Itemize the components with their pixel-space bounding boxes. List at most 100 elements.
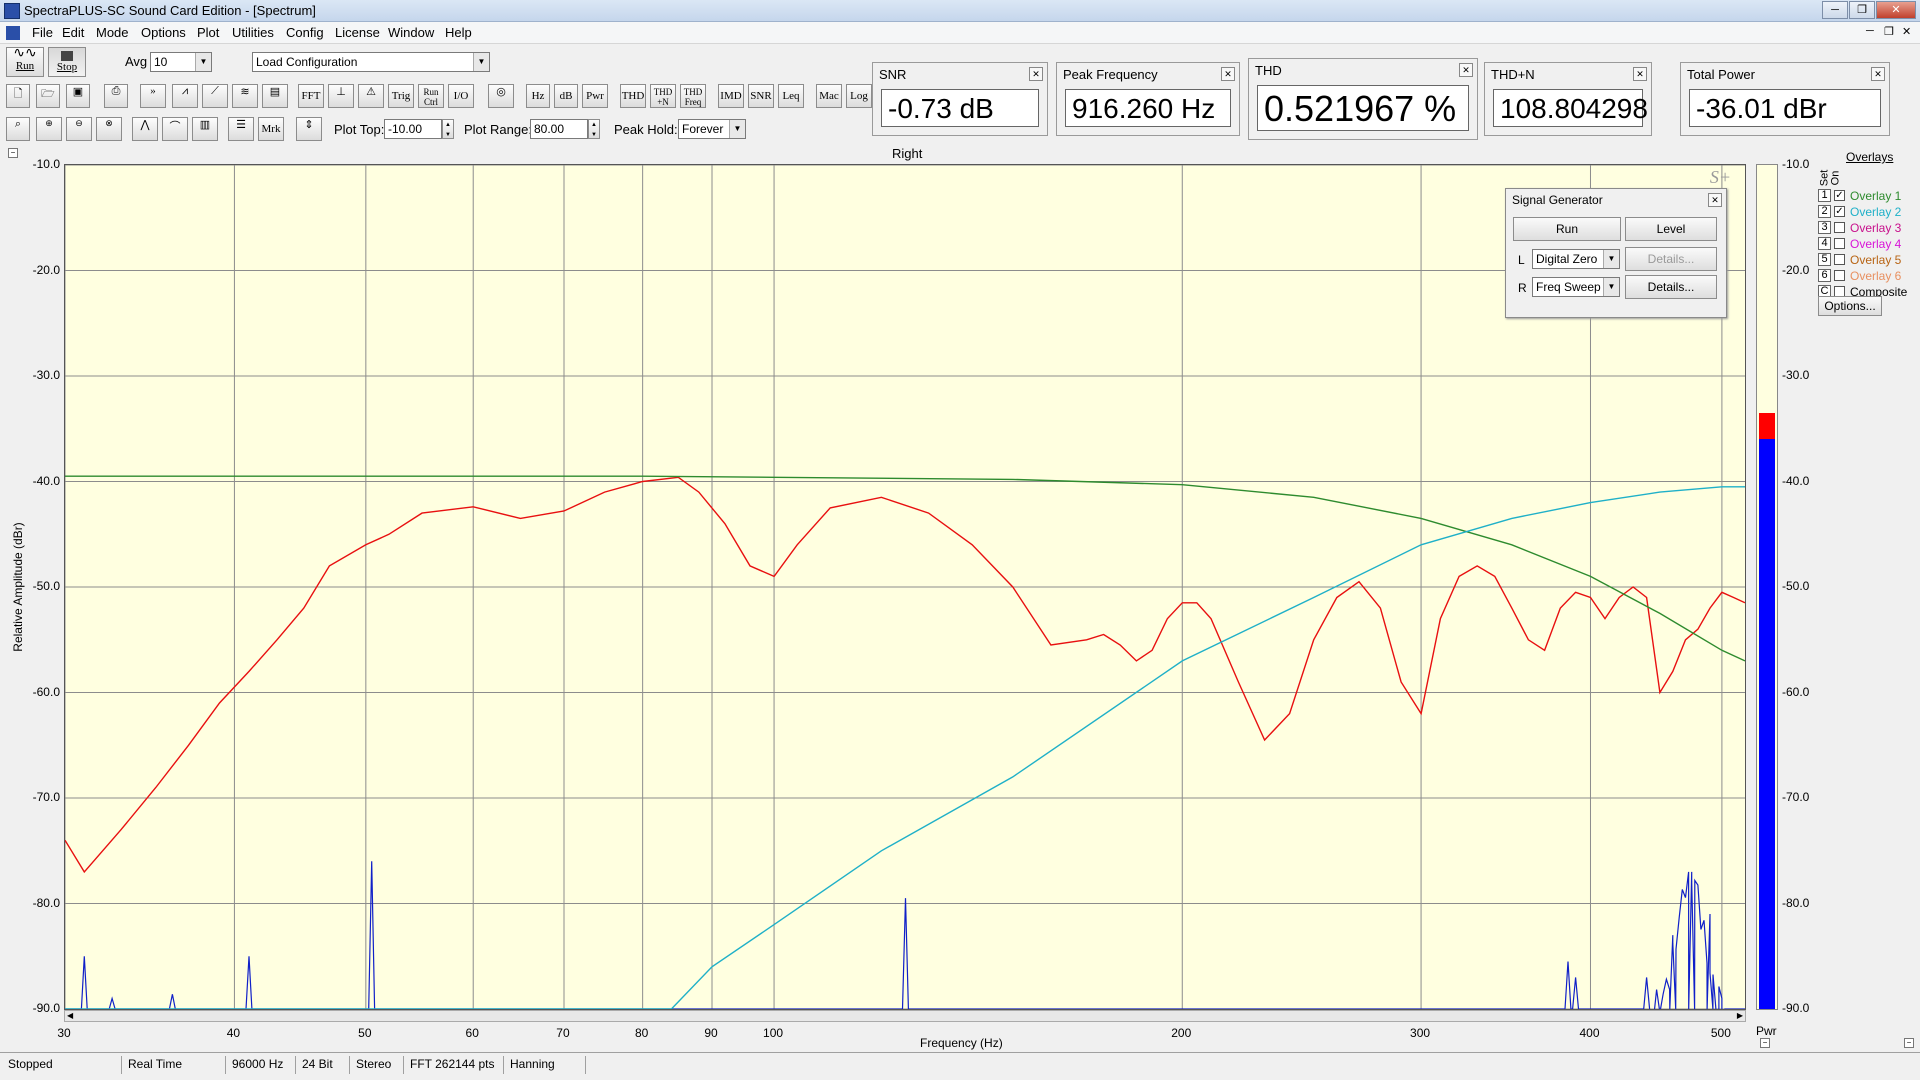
- scroll-right-icon[interactable]: ▶: [1737, 1011, 1743, 1020]
- avg-select[interactable]: 10 ▼: [150, 52, 212, 72]
- cursor-icon[interactable]: ⇕: [296, 117, 322, 141]
- signal-generator-icon[interactable]: ◎: [488, 84, 514, 108]
- run-ctrl-button[interactable]: Run Ctrl: [418, 84, 444, 108]
- y-tick-label: -40.0: [32, 473, 60, 488]
- overlay-checkbox[interactable]: ✓: [1834, 190, 1845, 201]
- close-icon[interactable]: ✕: [1459, 63, 1473, 77]
- close-icon[interactable]: ✕: [1221, 67, 1235, 81]
- menu-options[interactable]: Options: [141, 25, 186, 40]
- hz-button[interactable]: Hz: [526, 84, 550, 108]
- overlay-checkbox[interactable]: [1834, 238, 1845, 249]
- overlay-set-button[interactable]: 2: [1818, 205, 1831, 218]
- zoom-icon[interactable]: ⌕: [6, 117, 30, 141]
- open-folder-icon[interactable]: 🗁: [36, 84, 60, 108]
- ramp-icon[interactable]: ⟋: [202, 84, 228, 108]
- close-icon[interactable]: ✕: [1871, 67, 1885, 81]
- menu-window[interactable]: Window: [388, 25, 434, 40]
- right-channel-select[interactable]: Freq Sweep ▼: [1532, 277, 1620, 297]
- thd-n-meter[interactable]: THD+N ✕ 108.804298: [1484, 62, 1652, 136]
- plot-top-input[interactable]: -10.00: [384, 119, 442, 139]
- db-button[interactable]: dB: [554, 84, 578, 108]
- menu-file[interactable]: File: [32, 25, 53, 40]
- siggen-level-button[interactable]: Level: [1625, 217, 1717, 241]
- mac-button[interactable]: Mac: [816, 84, 842, 108]
- zoom-out-full-icon[interactable]: ⊗: [96, 117, 122, 141]
- peak-hold-select[interactable]: Forever ▼: [678, 119, 746, 139]
- peak-frequency-meter[interactable]: Peak Frequency ✕ 916.260 Hz: [1056, 62, 1240, 136]
- maximize-button[interactable]: ❐: [1849, 1, 1875, 19]
- io-button[interactable]: I/O: [448, 84, 474, 108]
- menu-plot[interactable]: Plot: [197, 25, 219, 40]
- overlay-checkbox[interactable]: [1834, 222, 1845, 233]
- overlay-set-button[interactable]: 1: [1818, 189, 1831, 202]
- spectrogram-icon[interactable]: ▤: [262, 84, 288, 108]
- overlay-set-button[interactable]: 4: [1818, 237, 1831, 250]
- overlay-set-button[interactable]: 6: [1818, 269, 1831, 282]
- mdi-minimize-icon[interactable]: ─: [1866, 25, 1874, 37]
- plot-area[interactable]: S+: [64, 164, 1746, 1010]
- new-file-icon[interactable]: 🗋: [6, 84, 30, 108]
- scale-icon[interactable]: ⊥: [328, 84, 354, 108]
- thd-freq-button[interactable]: THD Freq: [680, 84, 706, 108]
- menu-mode[interactable]: Mode: [96, 25, 129, 40]
- thd-button[interactable]: THD: [620, 84, 646, 108]
- close-icon[interactable]: ✕: [1029, 67, 1043, 81]
- snr-button[interactable]: SNR: [748, 84, 774, 108]
- run-button[interactable]: ∿∿ Run: [6, 47, 44, 77]
- plot-range-input[interactable]: 80.00: [530, 119, 588, 139]
- snr-meter[interactable]: SNR ✕ -0.73 dB: [872, 62, 1048, 136]
- list-icon[interactable]: ☰: [228, 117, 254, 141]
- document-icon[interactable]: [6, 26, 20, 40]
- close-icon[interactable]: ✕: [1633, 67, 1647, 81]
- zoom-in-2x-icon[interactable]: ⊕: [36, 117, 62, 141]
- menu-config[interactable]: Config: [286, 25, 324, 40]
- waterfall-icon[interactable]: ≋: [232, 84, 258, 108]
- horizontal-scrollbar[interactable]: ◀ ▶: [64, 1010, 1746, 1022]
- total-power-meter[interactable]: Total Power ✕ -36.01 dBr: [1680, 62, 1890, 136]
- leq-button[interactable]: Leq: [778, 84, 804, 108]
- panel-collapse-icon[interactable]: −: [1904, 1038, 1914, 1048]
- overlay-checkbox[interactable]: [1834, 270, 1845, 281]
- minimize-button[interactable]: ─: [1822, 1, 1848, 19]
- imd-button[interactable]: IMD: [718, 84, 744, 108]
- close-icon[interactable]: ✕: [1708, 193, 1722, 207]
- overlay-set-button[interactable]: 3: [1818, 221, 1831, 234]
- overlay-options-button[interactable]: Options...: [1818, 296, 1882, 316]
- thd-meter[interactable]: THD ✕ 0.521967 %: [1248, 58, 1478, 140]
- stop-button[interactable]: Stop: [48, 47, 86, 77]
- siggen-run-button[interactable]: Run: [1513, 217, 1621, 241]
- close-button[interactable]: ✕: [1876, 1, 1916, 19]
- log-button[interactable]: Log: [846, 84, 872, 108]
- save-disk-icon[interactable]: ▣: [66, 84, 90, 108]
- mdi-close-icon[interactable]: ✕: [1902, 25, 1911, 38]
- thd-n-button[interactable]: THD +N: [650, 84, 676, 108]
- peak-icon[interactable]: ⋀: [132, 117, 158, 141]
- trig-button[interactable]: Trig: [388, 84, 414, 108]
- spectrum-icon[interactable]: ⩘: [172, 84, 198, 108]
- smooth-curve-icon[interactable]: ⌒: [162, 117, 188, 141]
- plot-top-spinner[interactable]: ▲ ▼: [442, 119, 454, 139]
- overlay-set-button[interactable]: 5: [1818, 253, 1831, 266]
- fft-button[interactable]: FFT: [298, 84, 324, 108]
- marker-button[interactable]: Mrk: [258, 117, 284, 141]
- left-channel-select[interactable]: Digital Zero ▼: [1532, 249, 1620, 269]
- pwr-collapse-icon[interactable]: −: [1760, 1038, 1770, 1048]
- print-icon[interactable]: ⎙: [104, 84, 128, 108]
- menu-utilities[interactable]: Utilities: [232, 25, 274, 40]
- menu-edit[interactable]: Edit: [62, 25, 84, 40]
- plot-range-spinner[interactable]: ▲ ▼: [588, 119, 600, 139]
- overlay-checkbox[interactable]: [1834, 254, 1845, 265]
- scroll-left-icon[interactable]: ◀: [67, 1011, 73, 1020]
- load-configuration-select[interactable]: Load Configuration ▼: [252, 52, 490, 72]
- zoom-out-2x-icon[interactable]: ⊖: [66, 117, 92, 141]
- menu-help[interactable]: Help: [445, 25, 472, 40]
- bars-icon[interactable]: ▥: [192, 117, 218, 141]
- right-details-button[interactable]: Details...: [1625, 275, 1717, 299]
- fast-forward-icon[interactable]: »: [140, 84, 166, 108]
- pwr-button[interactable]: Pwr: [582, 84, 608, 108]
- overlay-checkbox[interactable]: ✓: [1834, 206, 1845, 217]
- left-details-button[interactable]: Details...: [1625, 247, 1717, 271]
- mdi-restore-icon[interactable]: ❐: [1884, 25, 1894, 38]
- trigger-icon[interactable]: ⚠: [358, 84, 384, 108]
- menu-license[interactable]: License: [335, 25, 380, 40]
